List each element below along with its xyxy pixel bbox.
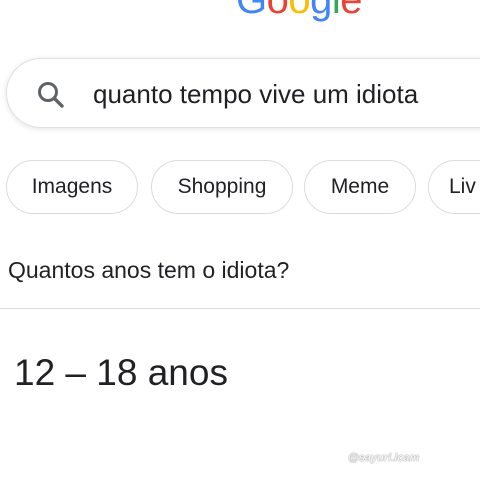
chip-imagens[interactable]: Imagens [6,160,138,214]
logo-letter: o [266,0,289,22]
logo-letter: g [310,0,332,22]
logo-letter: e [340,0,363,22]
logo-letter: l [331,0,341,22]
featured-answer: 12 – 18 anos [14,352,228,393]
chip-livros[interactable]: Liv [428,160,480,214]
logo-letter: G [236,0,267,22]
search-bar[interactable]: quanto tempo vive um idiota [6,58,480,128]
chip-shopping[interactable]: Shopping [151,160,293,214]
search-results-page: Google quanto tempo vive um idiota Image… [0,0,480,480]
divider [0,308,480,309]
featured-question[interactable]: Quantos anos tem o idiota? [8,256,289,284]
watermark: @sayuri.lcam [348,452,420,464]
search-icon[interactable] [35,79,67,111]
chip-meme[interactable]: Meme [304,160,416,214]
logo-letter: o [288,0,311,22]
filter-chips: Imagens Shopping Meme Liv [0,160,480,216]
search-input[interactable]: quanto tempo vive um idiota [93,79,418,109]
google-logo[interactable]: Google [236,0,363,22]
